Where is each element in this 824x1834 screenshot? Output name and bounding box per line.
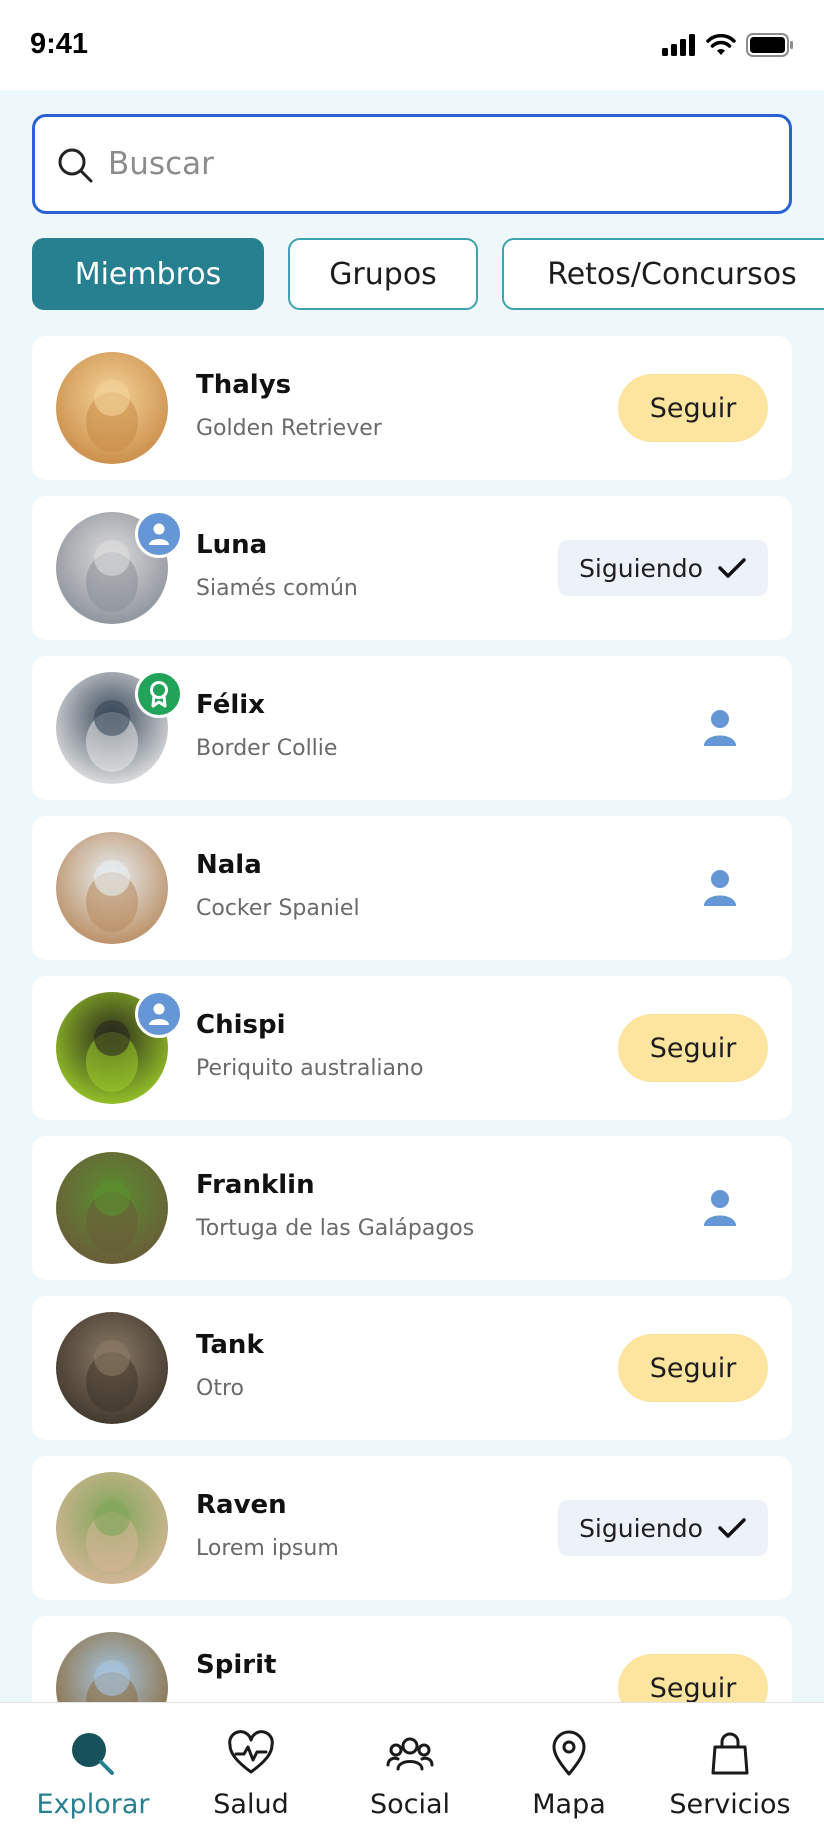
follow-button[interactable]: Seguir — [618, 1334, 768, 1402]
check-icon — [717, 1516, 747, 1540]
user-badge-icon — [135, 990, 183, 1038]
award-badge-icon — [135, 670, 183, 718]
pet-avatar[interactable] — [56, 832, 168, 944]
member-card[interactable]: Franklin Tortuga de las Galápagos — [32, 1136, 792, 1280]
following-label: Siguiendo — [579, 553, 703, 583]
member-card[interactable]: Chispi Periquito australiano Seguir — [32, 976, 792, 1120]
pet-name: Spirit — [196, 1650, 277, 1680]
pet-name: Nala — [196, 850, 262, 880]
nav-item-salud[interactable]: Salud — [171, 1703, 331, 1834]
following-label: Siguiendo — [579, 1513, 703, 1543]
tab-retos-concursos[interactable]: Retos/Concursos — [502, 238, 824, 310]
bottom-nav: Explorar Salud Social Mapa Servicios — [0, 1702, 824, 1834]
friend-user-icon[interactable] — [702, 1188, 738, 1228]
search-icon — [58, 148, 93, 183]
nav-label: Salud — [213, 1789, 289, 1820]
nav-item-mapa[interactable]: Mapa — [489, 1703, 649, 1834]
nav-label: Servicios — [669, 1789, 791, 1820]
pet-breed: Periquito australiano — [196, 1056, 424, 1081]
pet-name: Luna — [196, 530, 268, 560]
status-icons — [662, 33, 794, 57]
battery-icon — [746, 33, 793, 57]
pet-breed: Tortuga de las Galápagos — [196, 1216, 475, 1241]
nav-item-social[interactable]: Social — [330, 1703, 490, 1834]
search-icon — [72, 1733, 114, 1775]
search-input[interactable] — [108, 117, 748, 211]
pet-name: Félix — [196, 690, 265, 720]
status-time: 9:41 — [30, 28, 89, 60]
user-badge-icon — [135, 510, 183, 558]
pet-name: Thalys — [196, 370, 292, 400]
pet-avatar[interactable] — [56, 1312, 168, 1424]
signal-icon — [662, 34, 695, 56]
tab-miembros[interactable]: Miembros — [32, 238, 264, 310]
friend-user-icon[interactable] — [702, 868, 738, 908]
member-card[interactable]: Tank Otro Seguir — [32, 1296, 792, 1440]
search-bar[interactable] — [32, 114, 792, 214]
screen: 9:41 Miemb — [0, 0, 824, 1834]
member-card[interactable]: Raven Lorem ipsum Siguiendo — [32, 1456, 792, 1600]
pet-breed: Golden Retriever — [196, 416, 382, 441]
pet-breed: Cocker Spaniel — [196, 896, 360, 921]
pet-name: Franklin — [196, 1170, 315, 1200]
follow-button[interactable]: Seguir — [618, 1014, 768, 1082]
group-icon — [386, 1737, 434, 1771]
check-icon — [717, 556, 747, 580]
pet-avatar[interactable] — [56, 352, 168, 464]
pet-breed: Border Collie — [196, 736, 338, 761]
member-card[interactable]: Nala Cocker Spaniel — [32, 816, 792, 960]
pet-avatar[interactable] — [56, 1152, 168, 1264]
map-pin-icon — [552, 1730, 586, 1776]
nav-label: Social — [369, 1789, 451, 1820]
pet-name: Tank — [196, 1330, 264, 1360]
tab-grupos[interactable]: Grupos — [288, 238, 478, 310]
pet-breed: Lorem ipsum — [196, 1536, 339, 1561]
pet-breed: Siamés común — [196, 576, 358, 601]
member-card[interactable]: Luna Siamés común Siguiendo — [32, 496, 792, 640]
wifi-icon — [706, 34, 736, 55]
pet-avatar[interactable] — [56, 1472, 168, 1584]
following-button[interactable]: Siguiendo — [558, 540, 768, 596]
status-bar: 9:41 — [0, 0, 824, 90]
friend-user-icon[interactable] — [702, 708, 738, 748]
nav-item-explorar[interactable]: Explorar — [13, 1703, 173, 1834]
follow-button[interactable]: Seguir — [618, 374, 768, 442]
member-card[interactable]: Thalys Golden Retriever Seguir — [32, 336, 792, 480]
nav-label: Explorar — [36, 1789, 150, 1820]
shopping-bag-icon — [711, 1732, 749, 1775]
nav-label: Mapa — [532, 1789, 606, 1820]
pet-breed: Otro — [196, 1376, 244, 1401]
pet-name: Raven — [196, 1490, 287, 1520]
member-card[interactable]: Félix Border Collie — [32, 656, 792, 800]
pet-name: Chispi — [196, 1010, 286, 1040]
nav-item-servicios[interactable]: Servicios — [650, 1703, 810, 1834]
heart-pulse-icon — [228, 1730, 274, 1774]
following-button[interactable]: Siguiendo — [558, 1500, 768, 1556]
